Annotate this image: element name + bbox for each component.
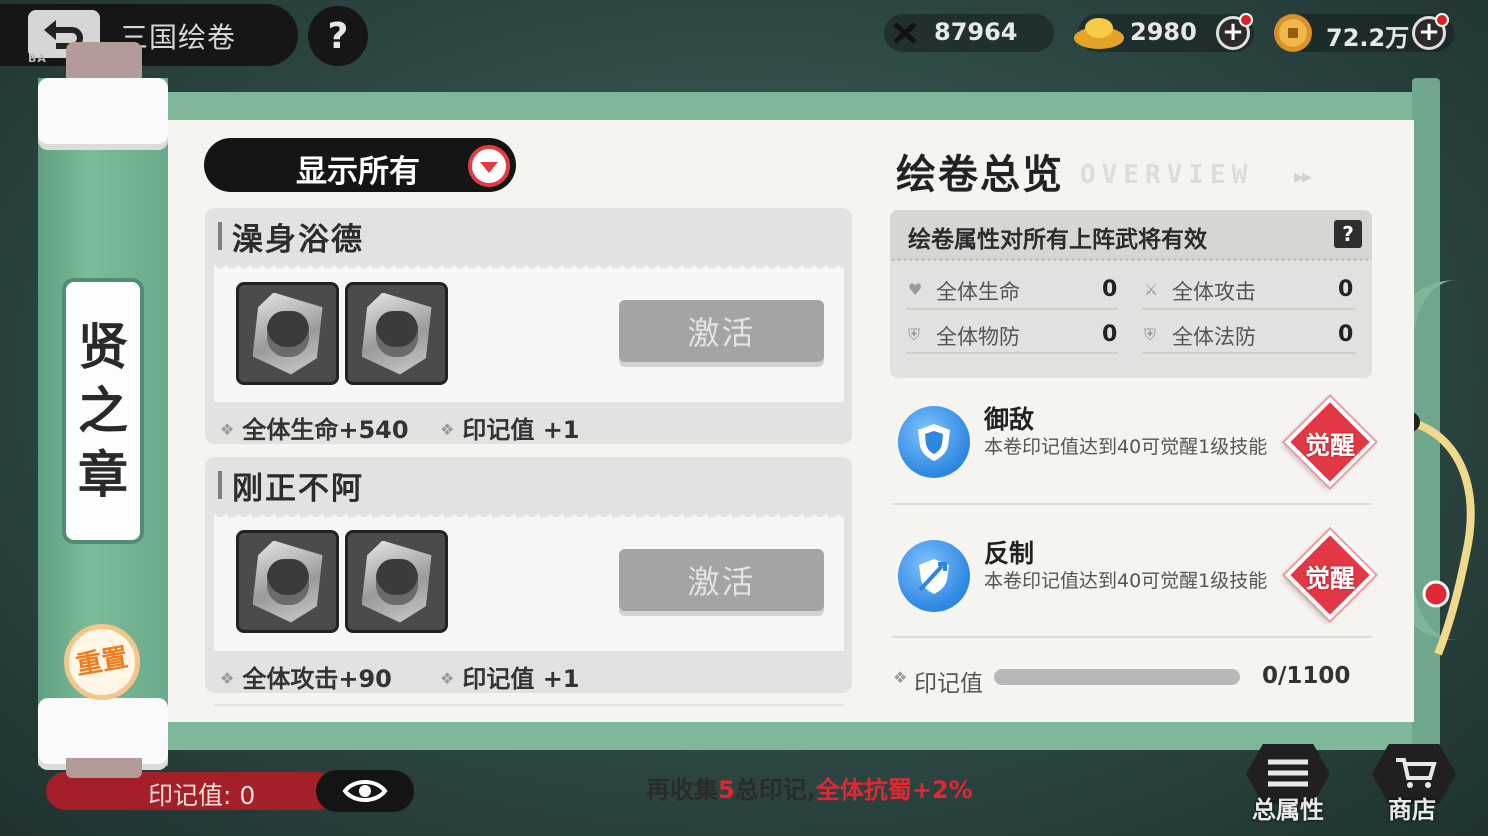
diamond-icon: ❖: [220, 669, 235, 688]
diamond-icon: ❖: [440, 669, 455, 688]
group-attribute: ❖ 全体攻击+90: [220, 665, 392, 693]
stat-value: 0: [1102, 277, 1118, 302]
chapter-char: 章: [78, 446, 128, 504]
hero-portrait[interactable]: [236, 282, 339, 385]
shield-icon: ⛨: [908, 325, 921, 344]
resource-power-value: 87964: [934, 18, 1018, 46]
attribute-note: 绘卷属性对所有上阵武将有效: [908, 227, 1207, 253]
overview-subtitle: OVERVIEW: [1080, 160, 1254, 190]
group-title: 刚正不阿: [232, 471, 364, 507]
add-gold-button[interactable]: +: [1216, 13, 1253, 50]
magic-shield-icon: ⛨: [1144, 325, 1157, 344]
defense-skill-icon[interactable]: [898, 406, 970, 478]
chevron-down-icon[interactable]: [468, 145, 510, 187]
mark-progress-bar: [994, 669, 1240, 685]
skill-name: 御敌: [984, 405, 1035, 434]
cart-glyph-icon: [1396, 758, 1437, 788]
group-title: 澡身浴德: [232, 222, 364, 258]
roll-knob: [66, 758, 142, 778]
hero-portrait[interactable]: [236, 530, 339, 633]
chapter-char: 贤: [78, 318, 128, 376]
reset-label: 重置: [73, 642, 131, 682]
collect-tip: 再收集5总印记,全体抗蜀+2%: [646, 776, 973, 804]
stat-name: 全体法防: [1172, 325, 1256, 349]
resource-power: 87964: [884, 14, 1054, 52]
skill-name: 反制: [984, 539, 1035, 568]
stat-divider: [1142, 352, 1356, 354]
stat-value: 0: [1338, 322, 1354, 347]
back-caption: BA: [28, 52, 47, 65]
skill-divider: [892, 503, 1372, 505]
sword-shield-glyph: [918, 559, 949, 594]
shield-skill-glyph: [918, 424, 950, 461]
group-mark: ❖ 印记值 +1: [440, 665, 580, 693]
hero-portrait[interactable]: [345, 530, 448, 633]
awaken-label: 觉醒: [1304, 564, 1355, 593]
filter-label: 显示所有: [296, 154, 420, 190]
crossed-swords-icon: [893, 22, 917, 44]
diamond-icon: ❖: [440, 420, 455, 439]
stat-value: 0: [1102, 322, 1118, 347]
hero-portrait[interactable]: [345, 282, 448, 385]
info-button[interactable]: ?: [1334, 220, 1362, 248]
resource-gold: 2980 +: [1074, 13, 1254, 52]
heart-icon: ♥: [908, 280, 923, 299]
eye-toggle-button[interactable]: [316, 770, 414, 812]
mark-value: 0/1100: [1262, 663, 1351, 689]
gold-ingot-icon: [1074, 18, 1124, 49]
overview-arrows-icon: ▸▸: [1294, 164, 1312, 188]
mark-label: 印记值: [914, 671, 983, 697]
stat-divider: [906, 352, 1118, 354]
list-lines-icon: [1268, 759, 1308, 787]
skill-description: 本卷印记值达到40可觉醒1级技能: [984, 570, 1268, 592]
mark-counter-text: 印记值: 0: [148, 781, 256, 810]
resource-gold-value: 2980: [1130, 18, 1197, 46]
stat-divider: [1142, 308, 1356, 310]
group-scallop: [214, 262, 844, 272]
chapter-char: 之: [78, 382, 128, 440]
diamond-icon: ❖: [220, 420, 235, 439]
resource-coin: 72.2万 +: [1274, 13, 1454, 52]
stat-name: 全体攻击: [1172, 280, 1256, 304]
stat-name: 全体生命: [936, 280, 1020, 304]
activate-button[interactable]: 激活: [619, 300, 824, 362]
group-title-bar: [218, 471, 222, 499]
eye-icon: [342, 780, 388, 802]
add-coin-button[interactable]: +: [1412, 13, 1449, 50]
stat-value: 0: [1338, 277, 1354, 302]
list-divider: [214, 704, 844, 706]
stat-name: 全体物防: [936, 325, 1020, 349]
group-scallop: [214, 511, 844, 521]
chapter-label: 贤 之 章: [62, 278, 144, 544]
roll-cap-top: [38, 78, 168, 150]
activate-button[interactable]: 激活: [619, 549, 824, 611]
resource-coin-value: 72.2万: [1326, 24, 1410, 52]
awaken-label: 觉醒: [1304, 431, 1355, 460]
skill-divider: [892, 636, 1372, 638]
group-attribute: ❖ 全体生命+540: [220, 416, 409, 444]
help-button[interactable]: ?: [308, 6, 368, 66]
group-title-bar: [218, 222, 222, 250]
reset-button[interactable]: 重置: [64, 624, 140, 700]
roll-knob: [66, 42, 142, 78]
coin-icon: [1274, 14, 1312, 52]
diamond-icon: ❖: [893, 668, 908, 687]
overview-title: 绘卷总览: [896, 152, 1064, 198]
counter-skill-icon[interactable]: [898, 540, 970, 612]
sword-icon: ⚔: [1144, 280, 1159, 299]
shop-label[interactable]: 商店: [1388, 790, 1436, 825]
stat-divider: [906, 308, 1118, 310]
group-mark: ❖ 印记值 +1: [440, 416, 580, 444]
skill-description: 本卷印记值达到40可觉醒1级技能: [984, 436, 1268, 458]
total-attributes-label[interactable]: 总属性: [1252, 790, 1324, 825]
dotted-divider: [890, 258, 1372, 261]
